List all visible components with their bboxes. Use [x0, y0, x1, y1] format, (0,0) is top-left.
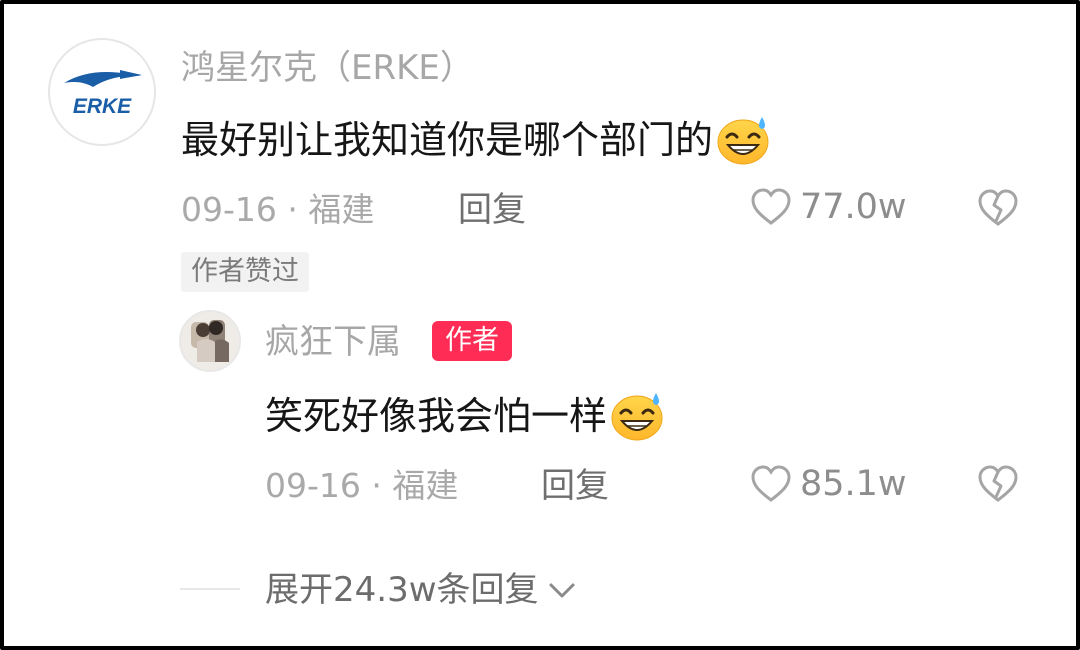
comment-like-count: 77.0w [800, 187, 907, 227]
comment-meta: 09-16 · 福建 [181, 190, 375, 229]
comment-username[interactable]: 鸿星尔克（ERKE） [181, 48, 474, 88]
broken-heart-icon[interactable] [977, 188, 1019, 228]
reply-text: 笑死好像我会怕一样 [265, 394, 608, 438]
reply-content: 笑死好像我会怕一样 [265, 390, 665, 442]
avatar-brand-text: ERKE [73, 95, 132, 118]
expand-replies-label: 展开24.3w条回复 [265, 570, 539, 610]
reply-like-button[interactable]: 85.1w [750, 464, 907, 504]
reply-like-count: 85.1w [800, 464, 907, 504]
author-liked-tag: 作者赞过 [181, 252, 309, 292]
comment-text: 最好别让我知道你是哪个部门的 [181, 118, 714, 162]
screenshot-frame [0, 0, 1080, 650]
reply-reply-button[interactable]: 回复 [541, 466, 609, 506]
erke-avatar[interactable]: ERKE [48, 38, 156, 146]
heart-icon [751, 465, 791, 502]
expand-replies-button[interactable]: 展开24.3w条回复 [265, 570, 579, 610]
broken-heart-icon[interactable] [977, 464, 1019, 504]
erke-logo: ERKE [64, 70, 142, 118]
avatar-photo [181, 312, 239, 370]
grinning-sweat-emoji [611, 393, 663, 441]
heart-icon [751, 188, 791, 225]
grinning-sweat-emoji [717, 117, 769, 165]
comment-like-button[interactable]: 77.0w [750, 187, 907, 227]
author-badge: 作者 [432, 321, 512, 361]
chevron-down-icon [549, 583, 575, 598]
comment-content: 最好别让我知道你是哪个部门的 [181, 114, 771, 166]
comment-reply-button[interactable]: 回复 [458, 190, 526, 230]
reply-username[interactable]: 疯狂下属 [265, 322, 401, 362]
reply-avatar[interactable] [179, 310, 241, 372]
reply-meta: 09-16 · 福建 [265, 466, 459, 505]
divider [180, 588, 240, 590]
